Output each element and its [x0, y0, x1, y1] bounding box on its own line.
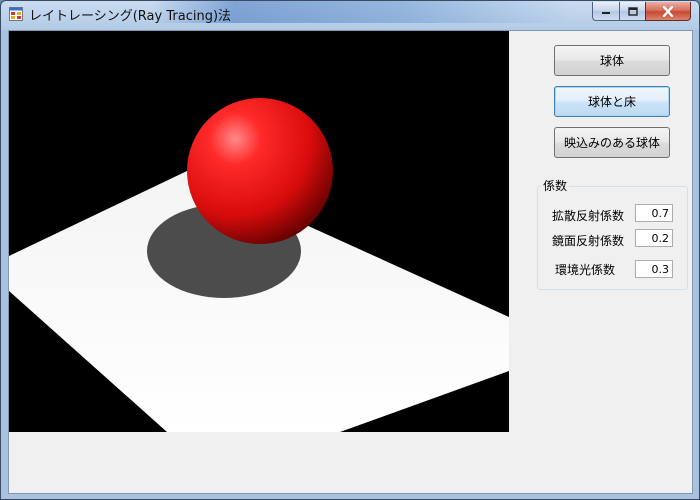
specular-input[interactable]: [635, 229, 673, 247]
client-area: 球体 球体と床 映込みのある球体 係数 拡散反射係数 鏡面反射係数 環境光係数: [8, 30, 693, 494]
minimize-icon: [602, 12, 610, 14]
maximize-icon: [627, 6, 638, 16]
diffuse-label: 拡散反射係数: [552, 209, 625, 223]
close-icon: [662, 5, 674, 17]
diffuse-input[interactable]: [635, 204, 673, 222]
raytrace-scene: [9, 98, 509, 432]
specular-label: 鏡面反射係数: [552, 234, 625, 248]
render-canvas: [9, 31, 509, 432]
sphere-and-floor-button[interactable]: 球体と床: [554, 86, 670, 117]
minimize-button[interactable]: [592, 2, 620, 21]
sphere-button[interactable]: 球体: [554, 45, 670, 76]
main-window: レイトレーシング(Ray Tracing)法 球体 球体と床 映込みのある球体 …: [0, 0, 700, 500]
red-sphere: [187, 98, 333, 244]
app-icon[interactable]: [9, 7, 23, 21]
maximize-button[interactable]: [619, 2, 646, 21]
coefficients-group-label: 係数: [541, 177, 570, 194]
ambient-label: 環境光係数: [555, 263, 616, 277]
reflective-sphere-button[interactable]: 映込みのある球体: [554, 127, 670, 158]
close-button[interactable]: [645, 2, 691, 21]
window-title: レイトレーシング(Ray Tracing)法: [29, 9, 232, 24]
title-bar[interactable]: レイトレーシング(Ray Tracing)法: [1, 1, 699, 29]
ambient-input[interactable]: [635, 260, 673, 278]
